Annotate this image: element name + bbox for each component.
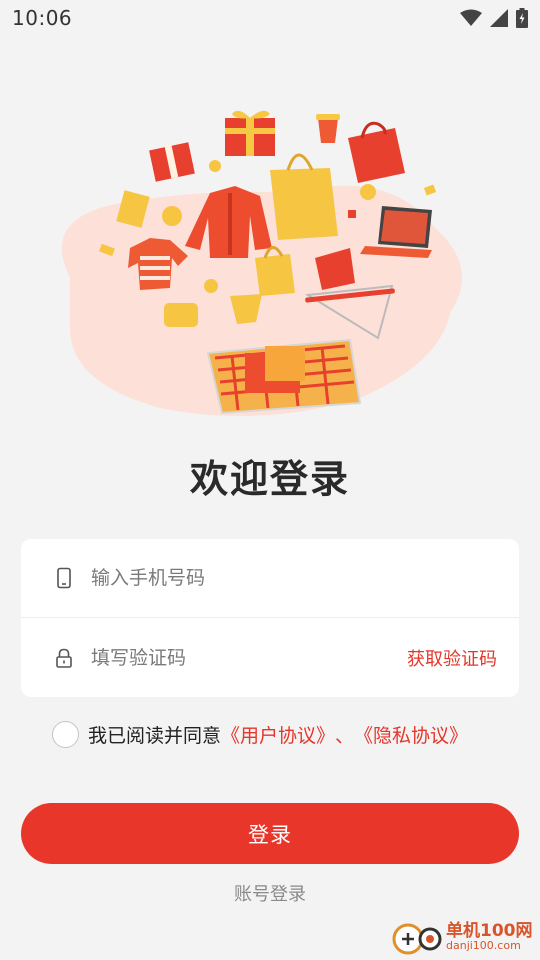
status-icons	[460, 8, 528, 28]
agreement-separator: 、	[335, 724, 355, 747]
agreement-text: 我已阅读并同意	[88, 724, 222, 747]
watermark-logo-icon	[392, 923, 442, 955]
coin-icon	[360, 184, 376, 200]
coin-icon	[209, 160, 221, 172]
coin-icon	[162, 206, 182, 226]
agree-checkbox[interactable]	[52, 720, 79, 748]
phone-row	[21, 539, 519, 618]
battery-icon	[516, 8, 528, 28]
user-agreement-link[interactable]: 《用户协议》	[221, 721, 335, 748]
account-login-link[interactable]: 账号登录	[0, 880, 540, 906]
code-row: 获取验证码	[21, 618, 519, 697]
privacy-policy-link[interactable]: 《隐私协议》	[354, 721, 468, 748]
watermark-title: 单机100网	[446, 920, 533, 941]
status-bar: 10:06	[0, 0, 540, 36]
purse-icon	[164, 303, 198, 327]
signal-icon	[490, 9, 508, 27]
shopping-bag-icon	[348, 121, 405, 183]
get-code-button[interactable]: 获取验证码	[407, 645, 497, 671]
lock-icon	[56, 648, 72, 668]
phone-input[interactable]	[89, 566, 519, 590]
confetti-icon	[348, 210, 356, 218]
welcome-title: 欢迎登录	[189, 457, 350, 501]
wifi-icon	[460, 9, 482, 26]
shopping-illustration	[61, 110, 463, 416]
cup-icon	[316, 114, 340, 143]
login-button[interactable]: 登录	[21, 803, 519, 864]
verification-code-input[interactable]	[89, 645, 407, 670]
watermark: 单机100网 danji100.com	[390, 914, 540, 960]
gift-box-icon	[225, 110, 275, 156]
watermark-url: danji100.com	[446, 939, 521, 953]
confetti-icon	[423, 184, 437, 196]
gift-box-small-icon	[149, 142, 195, 182]
coin-icon	[204, 279, 218, 293]
agreement-row: 我已阅读并同意 《用户协议》 、 《隐私协议》	[52, 719, 512, 749]
login-form-card: 获取验证码	[21, 539, 519, 697]
phone-icon	[57, 567, 71, 589]
yellow-bag-icon	[270, 153, 338, 240]
status-time: 10:06	[12, 6, 73, 30]
